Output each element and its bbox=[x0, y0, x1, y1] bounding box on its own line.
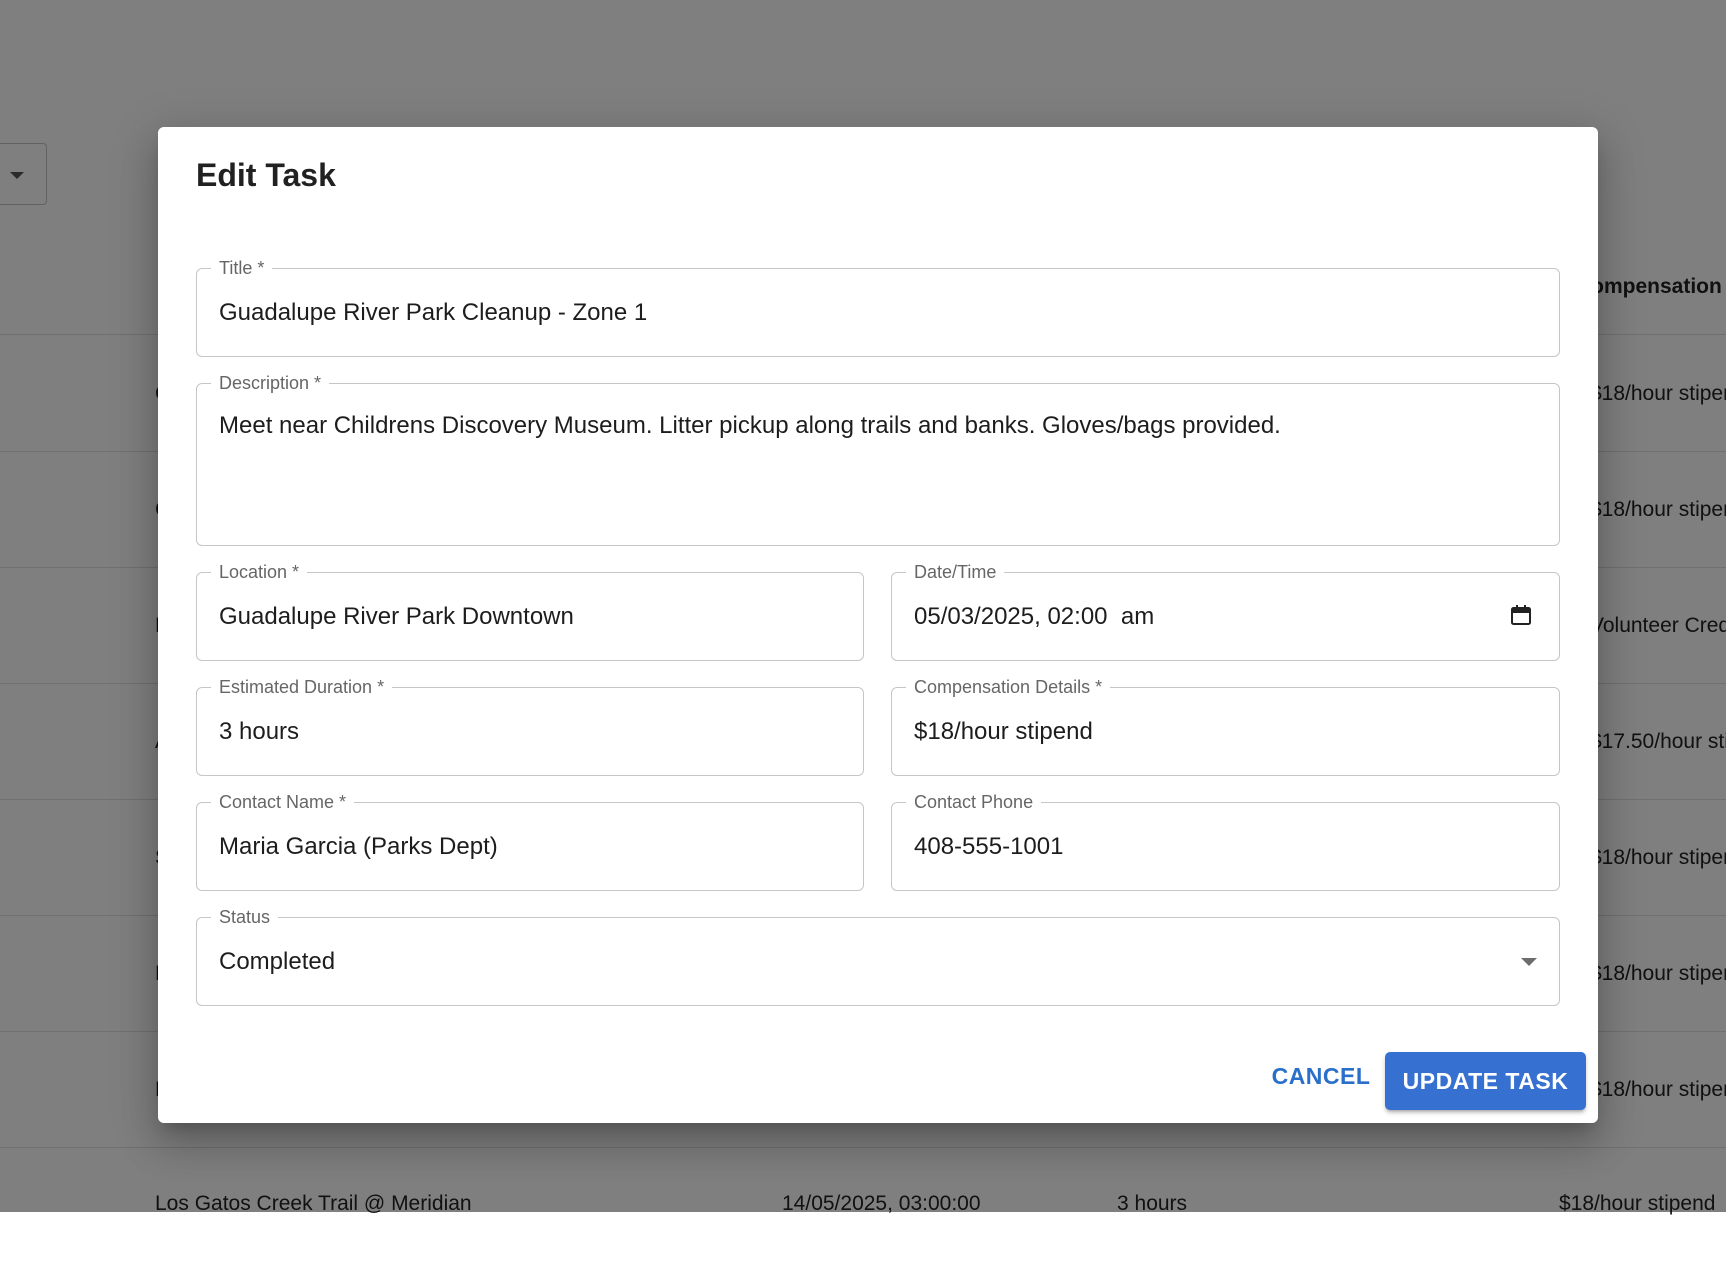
compensation-input[interactable]: $18/hour stipend bbox=[914, 718, 1093, 746]
title-input[interactable]: Guadalupe River Park Cleanup - Zone 1 bbox=[219, 299, 647, 327]
status-select[interactable]: Status Completed bbox=[196, 906, 1560, 1006]
duration-label: Estimated Duration * bbox=[211, 676, 393, 698]
status-value: Completed bbox=[219, 948, 336, 975]
chevron-down-icon[interactable] bbox=[1521, 958, 1537, 966]
description-field[interactable]: Description * Meet near Childrens Discov… bbox=[196, 372, 1560, 546]
location-label: Location * bbox=[211, 561, 308, 583]
title-label: Title * bbox=[211, 257, 273, 279]
duration-field[interactable]: Estimated Duration * 3 hours bbox=[196, 676, 864, 776]
contact-name-field[interactable]: Contact Name * Maria Garcia (Parks Dept) bbox=[196, 791, 864, 891]
contact-name-input[interactable]: Maria Garcia (Parks Dept) bbox=[219, 833, 498, 861]
location-input[interactable]: Guadalupe River Park Downtown bbox=[219, 603, 574, 631]
description-label: Description * bbox=[211, 372, 330, 394]
edit-task-dialog: Edit Task Title * Guadalupe River Park C… bbox=[158, 127, 1598, 1123]
update-task-button[interactable]: UPDATE TASK bbox=[1385, 1052, 1586, 1110]
cancel-button[interactable]: CANCEL bbox=[1252, 1051, 1390, 1101]
location-field[interactable]: Location * Guadalupe River Park Downtown bbox=[196, 561, 864, 661]
contact-phone-label: Contact Phone bbox=[906, 791, 1042, 813]
description-textarea[interactable]: Meet near Childrens Discovery Museum. Li… bbox=[219, 410, 1537, 442]
duration-input[interactable]: 3 hours bbox=[219, 718, 299, 746]
contact-phone-field[interactable]: Contact Phone 408-555-1001 bbox=[891, 791, 1560, 891]
calendar-icon[interactable] bbox=[1509, 603, 1533, 627]
title-field[interactable]: Title * Guadalupe River Park Cleanup - Z… bbox=[196, 257, 1560, 357]
datetime-input[interactable]: 05/03/2025, 02:00 am bbox=[914, 603, 1154, 631]
datetime-label: Date/Time bbox=[906, 561, 1005, 583]
datetime-field[interactable]: Date/Time 05/03/2025, 02:00 am bbox=[891, 561, 1560, 661]
status-label: Status bbox=[211, 906, 279, 928]
contact-name-label: Contact Name * bbox=[211, 791, 355, 813]
contact-phone-input[interactable]: 408-555-1001 bbox=[914, 833, 1063, 861]
dialog-title: Edit Task bbox=[196, 157, 336, 193]
compensation-field[interactable]: Compensation Details * $18/hour stipend bbox=[891, 676, 1560, 776]
compensation-label: Compensation Details * bbox=[906, 676, 1111, 698]
